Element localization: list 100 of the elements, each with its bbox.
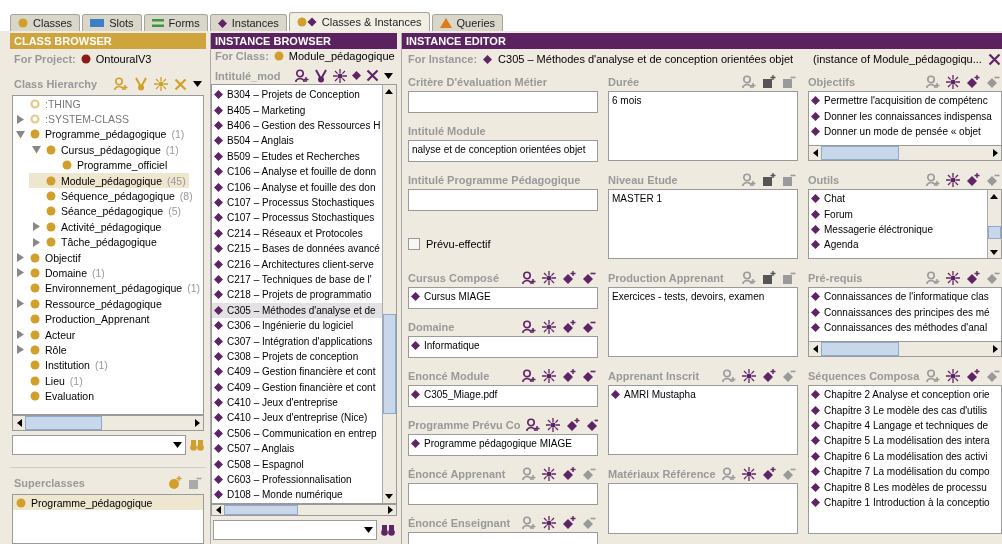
diamond-minus-icon[interactable] xyxy=(582,369,596,383)
list-item[interactable]: B504 – Anglais xyxy=(212,133,382,149)
list-item[interactable]: Forum xyxy=(809,206,987,222)
list-field[interactable]: Chat Forum Messagerie éléctronique Agenda xyxy=(808,189,1002,259)
binoculars-icon[interactable] xyxy=(381,524,395,536)
list-item[interactable]: Messagerie éléctronique xyxy=(809,221,987,238)
list-item[interactable]: Connaissances des méthodes d'anal xyxy=(809,319,1001,336)
tree-item[interactable]: :THING xyxy=(13,96,203,112)
diamond-plus-icon[interactable] xyxy=(966,173,980,187)
starburst-icon[interactable] xyxy=(542,516,556,530)
diamond-minus-icon[interactable] xyxy=(582,271,596,285)
list-field[interactable]: AMRI Mustapha xyxy=(608,385,798,455)
list-item[interactable]: Chapitre 2 Analyse et conception orie xyxy=(809,387,1001,403)
tab[interactable]: Forms xyxy=(143,14,208,31)
tree-item[interactable]: Séquence_pédagogique (8) xyxy=(29,188,203,204)
person-search-icon[interactable] xyxy=(522,271,536,285)
list-item[interactable]: C507 – Anglais xyxy=(212,441,382,457)
square-plus-icon[interactable] xyxy=(762,271,776,285)
list-item[interactable]: Chapitre 4 Langage et techniques de xyxy=(809,417,1001,434)
vertical-scrollbar[interactable] xyxy=(987,190,1001,258)
tree-item[interactable]: Module_pédagogique (45) xyxy=(29,172,189,189)
list-item[interactable]: Donner les connaissances indispensa xyxy=(809,108,1001,124)
person-search-icon[interactable] xyxy=(522,320,536,334)
starburst-icon[interactable] xyxy=(154,77,168,91)
diamond-plus-icon[interactable] xyxy=(562,516,576,530)
tab[interactable]: Classes & Instances xyxy=(288,12,430,31)
diamond-plus-icon[interactable] xyxy=(562,320,576,334)
tree-item[interactable]: Lieu (1) xyxy=(13,373,203,389)
list-field[interactable]: Connaissances de l'informatique clas Connaissances des principes des mé Connaissances des méthodes d'anal xyxy=(808,287,1002,357)
starburst-icon[interactable] xyxy=(742,369,756,383)
list-item[interactable]: C216 – Architectures client-serve xyxy=(212,256,382,272)
square-plus-icon[interactable] xyxy=(762,75,776,89)
diamond-icon[interactable] xyxy=(352,71,361,81)
list-item[interactable]: D108 – Monde numérique xyxy=(212,487,382,503)
list-item[interactable]: C409 – Gestion financière et cont xyxy=(212,379,382,395)
starburst-icon[interactable] xyxy=(742,467,756,481)
square-minus-icon[interactable] xyxy=(782,173,796,187)
list-item[interactable]: C308 – Projets de conception xyxy=(212,348,382,365)
starburst-icon[interactable] xyxy=(946,173,960,187)
branch-icon[interactable] xyxy=(314,68,328,83)
tree-item[interactable]: Séance_pédagogique (5) xyxy=(29,203,203,220)
list-item[interactable]: Chapitre 8 Les modèles de processu xyxy=(809,479,1001,495)
input-field[interactable] xyxy=(408,189,598,211)
list-field[interactable]: Permettre l'acquisition de compétenc Donner les connaissances indispensa Donner un mode de pensée « objet xyxy=(808,91,1002,161)
tree-item[interactable]: Activité_pédagogique xyxy=(29,219,203,235)
checkbox[interactable] xyxy=(408,238,420,250)
tree-item[interactable]: Cursus_pédagogique (1) xyxy=(29,142,203,158)
tree-item[interactable]: Objectif xyxy=(13,249,203,266)
starburst-icon[interactable] xyxy=(333,68,347,83)
list-item[interactable]: Connaissances des principes des mé xyxy=(809,304,1001,320)
tree-item[interactable]: Acteur xyxy=(13,326,203,343)
list-item[interactable]: Programme_pédagogique xyxy=(13,495,203,511)
list-item[interactable]: C409 – Gestion financière et cont xyxy=(212,364,382,380)
diamond-plus-icon[interactable] xyxy=(566,418,581,432)
list-item[interactable]: C218 – Projets de programmatio xyxy=(212,287,382,303)
horizontal-scrollbar[interactable] xyxy=(809,145,1001,160)
starburst-icon[interactable] xyxy=(542,271,556,285)
list-item[interactable]: B405 – Marketing xyxy=(212,102,382,118)
person-search-icon[interactable] xyxy=(526,418,541,432)
list-item[interactable]: Chat xyxy=(809,191,987,207)
diamond-plus-icon[interactable] xyxy=(562,271,576,285)
tree-item[interactable]: Programme_officiel xyxy=(45,157,203,173)
tab[interactable]: Queries xyxy=(431,14,504,31)
diamond-plus-icon[interactable] xyxy=(966,369,980,383)
starburst-icon[interactable] xyxy=(542,369,556,383)
caret-icon[interactable] xyxy=(364,527,373,533)
triangle-down-icon[interactable] xyxy=(16,129,25,139)
tree-item[interactable]: Institution (1) xyxy=(13,357,203,374)
list-field[interactable] xyxy=(408,483,598,505)
list-item[interactable]: C305 – Méthodes d'analyse et de xyxy=(212,302,382,318)
triangle-right-icon[interactable] xyxy=(16,345,25,355)
triangle-down-icon[interactable] xyxy=(32,145,41,155)
triangle-right-icon[interactable] xyxy=(16,253,25,263)
tree-item[interactable]: Production_Apprenant xyxy=(13,311,203,327)
cross-icon[interactable] xyxy=(987,52,1001,66)
triangle-right-icon[interactable] xyxy=(16,268,25,278)
triangle-right-icon[interactable] xyxy=(32,237,41,247)
list-item[interactable]: Permettre l'acquisition de compétenc xyxy=(809,93,1001,109)
starburst-icon[interactable] xyxy=(542,320,556,334)
starburst-icon[interactable] xyxy=(946,75,960,89)
delete-icon[interactable] xyxy=(366,69,379,83)
list-item[interactable]: C214 – Réseaux et Protocoles xyxy=(212,225,382,241)
list-item[interactable]: Chapitre 3 Le modèle des cas d'utilis xyxy=(809,402,1001,418)
diamond-plus-icon[interactable] xyxy=(562,467,576,481)
tab[interactable]: Slots xyxy=(82,14,142,31)
tab[interactable]: Classes xyxy=(10,14,81,31)
list-item[interactable]: Chapitre 6 La modélisation des activi xyxy=(809,448,1001,464)
list-item[interactable]: C506 – Communication en entrep xyxy=(212,425,382,442)
list-item[interactable]: B304 – Projets de Conception xyxy=(212,87,382,103)
list-item[interactable]: C106 – Analyse et fouille des don xyxy=(212,179,382,195)
square-minus-icon[interactable] xyxy=(782,271,796,285)
tree-item[interactable]: Rôle xyxy=(13,342,203,358)
list-item[interactable]: C307 – Intégration d'applications xyxy=(212,333,382,349)
input-field[interactable] xyxy=(408,91,598,113)
caret-icon[interactable] xyxy=(193,81,202,87)
search-field[interactable] xyxy=(213,520,377,540)
diamond-minus-icon[interactable] xyxy=(586,418,598,432)
list-field[interactable]: MASTER 1 xyxy=(608,189,798,259)
triangle-right-icon[interactable] xyxy=(16,114,25,124)
caret-icon[interactable] xyxy=(173,442,182,448)
